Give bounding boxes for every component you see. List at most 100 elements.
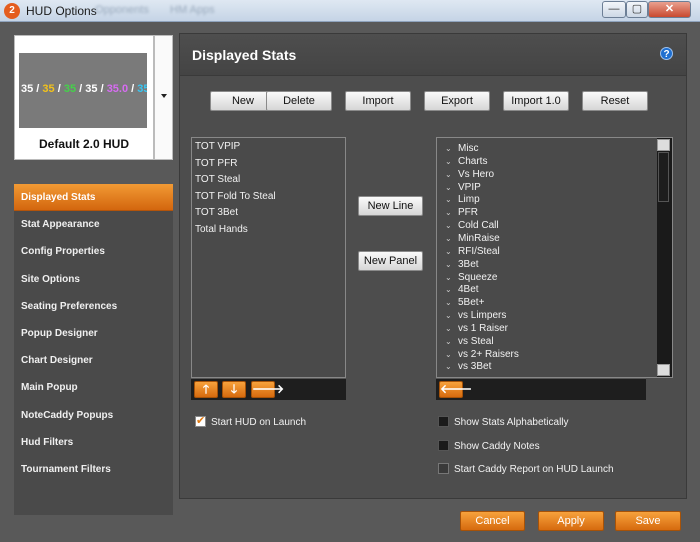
available-stats-toolbar: 🡐: [436, 378, 646, 400]
list-item[interactable]: TOT PFR: [195, 158, 237, 169]
arrow-left-icon[interactable]: 🡐: [439, 381, 472, 398]
chevron-down-icon[interactable]: ⌄: [445, 350, 458, 359]
tree-item[interactable]: ⌄ vs 2+ Raisers: [445, 349, 519, 360]
list-item[interactable]: Total Hands: [195, 224, 248, 235]
sidebar-item[interactable]: Seating Preferences: [14, 293, 173, 320]
tree-item[interactable]: ⌄ vs 1 Raiser: [445, 323, 508, 334]
list-item[interactable]: TOT Fold To Steal: [195, 191, 276, 202]
sidebar-item[interactable]: Stat Appearance: [14, 211, 173, 238]
chevron-down-icon[interactable]: ⌄: [445, 247, 458, 256]
stats-tree-scrollbar[interactable]: [657, 138, 672, 377]
scroll-down-arrow[interactable]: [657, 364, 670, 376]
new-line-button[interactable]: New Line: [358, 196, 423, 216]
arrow-down-icon[interactable]: 🡓: [222, 381, 246, 398]
hud-stat-value: /: [76, 83, 86, 95]
list-item[interactable]: TOT Steal: [195, 174, 240, 185]
chevron-down-icon[interactable]: ⌄: [445, 221, 458, 230]
chevron-down-icon[interactable]: ⌄: [445, 234, 458, 243]
chevron-down-icon[interactable]: ⌄: [445, 285, 458, 294]
chevron-down-icon[interactable]: ⌄: [445, 144, 458, 153]
tree-item[interactable]: ⌄ RFI/Steal: [445, 246, 500, 257]
tree-item[interactable]: ⌄ vs 3Bet: [445, 361, 491, 372]
tree-item-label: PFR: [458, 207, 478, 219]
sidebar-item[interactable]: Config Properties: [14, 238, 173, 265]
tree-item[interactable]: ⌄ 4Bet: [445, 284, 479, 295]
sidebar-item[interactable]: Main Popup: [14, 374, 173, 401]
chevron-down-icon[interactable]: ⌄: [445, 298, 458, 307]
list-item[interactable]: TOT VPIP: [195, 141, 240, 152]
show-stats-alphabetically-checkbox[interactable]: Show Stats Alphabetically: [438, 416, 569, 428]
hud-stat-line: 35 / 35 / 35 / 35 / 35.0 / 350: [21, 83, 147, 95]
chevron-down-icon[interactable]: ⌄: [445, 170, 458, 179]
tree-item[interactable]: ⌄ vs Steal: [445, 336, 494, 347]
blurred-menu-item: HM Apps: [170, 4, 215, 16]
tree-item-label: 3Bet: [458, 258, 479, 270]
sidebar-item[interactable]: Site Options: [14, 266, 173, 293]
chevron-down-icon[interactable]: ⌄: [445, 260, 458, 269]
chevron-down-icon[interactable]: ⌄: [445, 183, 458, 192]
tree-item[interactable]: ⌄ Limp: [445, 194, 480, 205]
minimize-button[interactable]: —: [602, 1, 626, 18]
start-hud-on-launch-checkbox[interactable]: Start HUD on Launch: [195, 414, 306, 428]
import-1-0-button[interactable]: Import 1.0: [503, 91, 569, 111]
tree-item[interactable]: ⌄ 5Bet+: [445, 297, 484, 308]
scroll-up-arrow[interactable]: [657, 139, 670, 151]
panel-title: Displayed Stats: [192, 47, 297, 63]
delete-button[interactable]: Delete: [266, 91, 332, 111]
tree-item[interactable]: ⌄ PFR: [445, 207, 478, 218]
chevron-down-icon[interactable]: ⌄: [445, 324, 458, 333]
import-button[interactable]: Import: [345, 91, 411, 111]
chevron-down-icon[interactable]: ⌄: [445, 362, 458, 371]
tree-item-label: Vs Hero: [458, 168, 495, 180]
chevron-down-icon[interactable]: ⌄: [445, 208, 458, 217]
arrow-right-icon[interactable]: 🡒: [251, 381, 284, 398]
maximize-button[interactable]: ▢: [626, 1, 648, 18]
list-item[interactable]: TOT 3Bet: [195, 207, 238, 218]
help-icon[interactable]: ?: [660, 47, 673, 60]
new-panel-button[interactable]: New Panel: [358, 251, 423, 271]
sidebar-nav: Displayed Stats Stat Appearance Config Pro…: [14, 184, 173, 515]
tree-item[interactable]: ⌄ 3Bet: [445, 259, 479, 270]
hud-select-dropdown[interactable]: [154, 35, 173, 160]
hud-stat-value: /: [97, 83, 107, 95]
title-bar: 2 HUD Options Opponents HM Apps — ▢ ✕: [0, 0, 700, 22]
sidebar-item[interactable]: Displayed Stats: [14, 184, 173, 212]
hud-stat-value: /: [54, 83, 64, 95]
reset-button[interactable]: Reset: [582, 91, 648, 111]
sidebar-item[interactable]: Tournament Filters: [14, 456, 173, 483]
tree-item-label: Cold Call: [458, 220, 499, 232]
tree-item-label: VPIP: [458, 181, 481, 193]
selected-stats-list[interactable]: TOT VPIP TOT PFR TOT Steal TOT Fold To Stea…: [191, 137, 346, 378]
sidebar-item[interactable]: Popup Designer: [14, 320, 173, 347]
apply-button[interactable]: Apply: [538, 511, 604, 531]
close-button[interactable]: ✕: [648, 1, 691, 18]
checkbox-label: Show Caddy Notes: [454, 441, 540, 452]
save-button[interactable]: Save: [615, 511, 681, 531]
chevron-down-icon[interactable]: ⌄: [445, 337, 458, 346]
chevron-down-icon[interactable]: ⌄: [445, 311, 458, 320]
hud-stat-value: 350: [137, 83, 147, 95]
export-button[interactable]: Export: [424, 91, 490, 111]
show-caddy-notes-checkbox[interactable]: Show Caddy Notes: [438, 440, 540, 452]
arrow-up-icon[interactable]: 🡑: [194, 381, 218, 398]
tree-item[interactable]: ⌄ MinRaise: [445, 233, 500, 244]
tree-item[interactable]: ⌄ Charts: [445, 156, 487, 167]
sidebar-item[interactable]: Chart Designer: [14, 347, 173, 374]
tree-item[interactable]: ⌄ Vs Hero: [445, 169, 494, 180]
chevron-down-icon[interactable]: ⌄: [445, 273, 458, 282]
tree-item[interactable]: ⌄ vs Limpers: [445, 310, 506, 321]
chevron-down-icon[interactable]: ⌄: [445, 157, 458, 166]
start-caddy-report-checkbox[interactable]: Start Caddy Report on HUD Launch: [438, 463, 614, 475]
sidebar-item[interactable]: Hud Filters: [14, 429, 173, 456]
scroll-thumb[interactable]: [658, 152, 669, 202]
tree-item[interactable]: ⌄ VPIP: [445, 182, 481, 193]
chevron-down-icon[interactable]: ⌄: [445, 195, 458, 204]
tree-item[interactable]: ⌄ Squeeze: [445, 272, 497, 283]
sidebar-item[interactable]: NoteCaddy Popups: [14, 402, 173, 429]
available-stats-tree[interactable]: ⌄ Misc ⌄ Charts ⌄ Vs Hero ⌄ VPIP ⌄ Limp ⌄ PFR ⌄ Cold …: [436, 137, 673, 378]
cancel-button[interactable]: Cancel: [460, 511, 525, 531]
tree-item-label: MinRaise: [458, 232, 500, 244]
hud-preview-card[interactable]: 35 / 35 / 35 / 35 / 35.0 / 350 Default 2…: [14, 35, 154, 160]
tree-item[interactable]: ⌄ Misc: [445, 143, 479, 154]
tree-item[interactable]: ⌄ Cold Call: [445, 220, 499, 231]
